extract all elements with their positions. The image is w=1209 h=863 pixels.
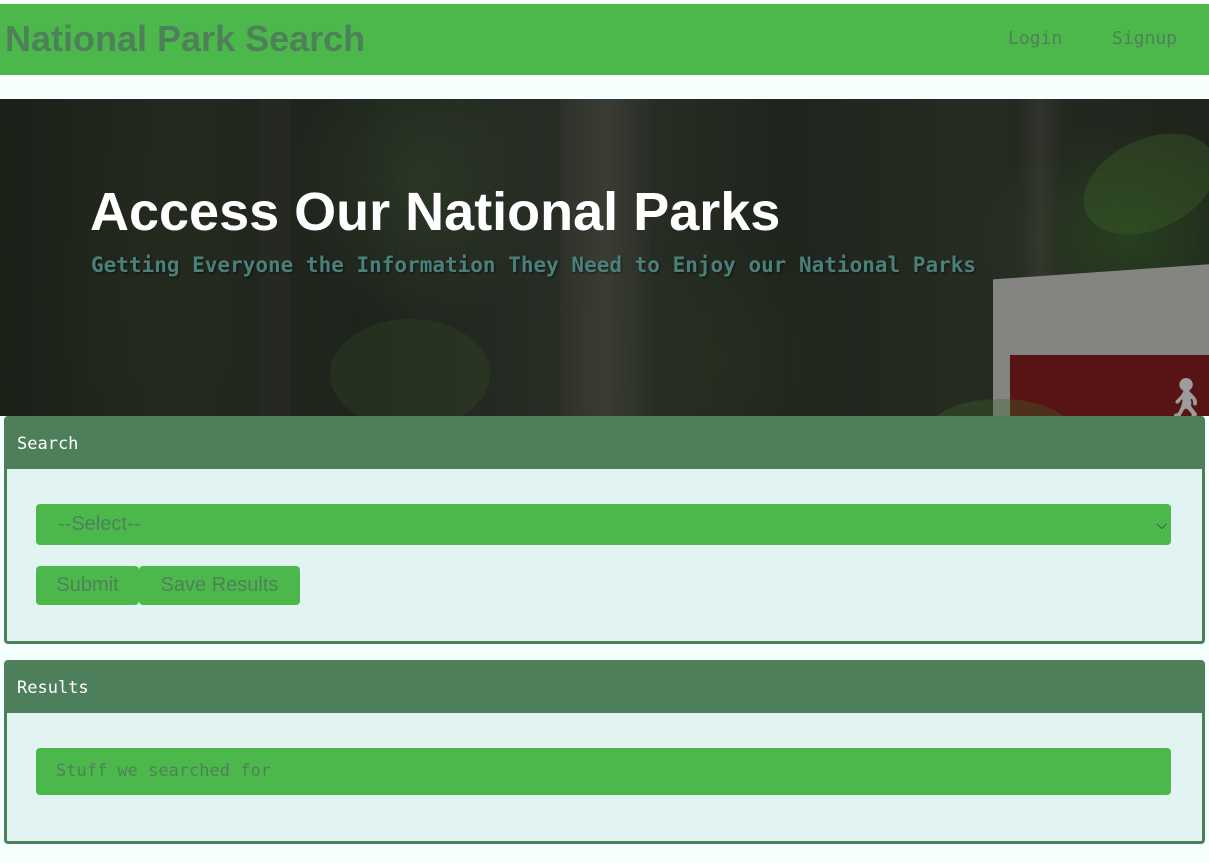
- search-card-header: Search: [7, 419, 1202, 469]
- hero-banner: 🚶︎ Access Our National Parks Getting Eve…: [0, 99, 1209, 416]
- results-card: Results Stuff we searched for: [4, 660, 1205, 844]
- search-card: Search --Select-- ⌵ Submit Save Results: [4, 416, 1205, 644]
- hero-subtitle: Getting Everyone the Information They Ne…: [91, 253, 977, 277]
- login-link[interactable]: Login: [1008, 27, 1062, 51]
- signup-link[interactable]: Signup: [1112, 27, 1177, 51]
- site-brand[interactable]: National Park Search: [5, 18, 365, 60]
- submit-button[interactable]: Submit: [36, 566, 139, 605]
- park-select-value: --Select--: [58, 513, 141, 535]
- results-card-header: Results: [7, 663, 1202, 713]
- save-results-button[interactable]: Save Results: [139, 566, 300, 605]
- results-content: Stuff we searched for: [36, 748, 1171, 795]
- navbar: National Park Search Login Signup: [0, 4, 1209, 75]
- chevron-down-icon: ⌵: [1156, 516, 1167, 532]
- hero-title: Access Our National Parks: [90, 182, 781, 242]
- park-select[interactable]: --Select-- ⌵: [36, 504, 1171, 545]
